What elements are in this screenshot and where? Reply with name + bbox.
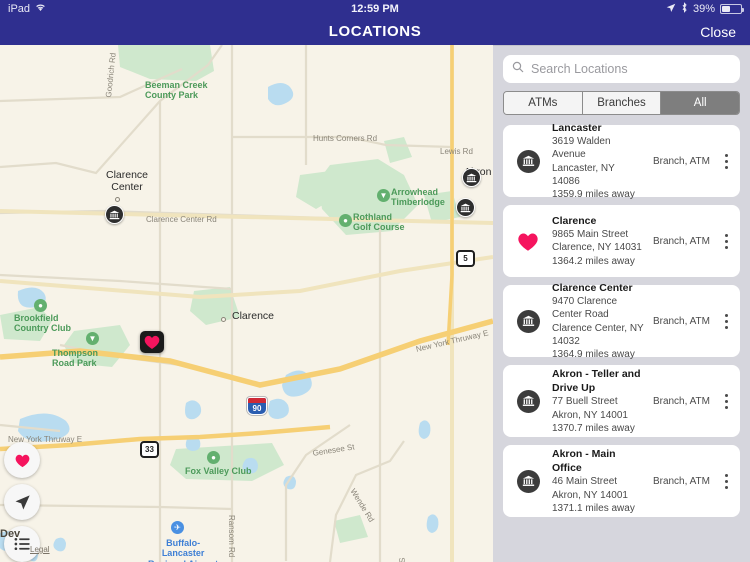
location-distance: 1359.9 miles away <box>552 188 635 200</box>
search-icon <box>512 60 524 78</box>
location-name: Akron - Teller and Drive Up <box>552 368 641 395</box>
park-poi-icon: ▼ <box>86 332 99 345</box>
status-bar: iPad 12:59 PM 39% <box>0 0 750 18</box>
more-options-button[interactable] <box>718 146 734 176</box>
search-bar[interactable] <box>503 55 740 83</box>
list-item-text: Akron - Teller and Drive Up 77 Buell Str… <box>543 367 645 435</box>
location-city: Clarence Center, NY 14032 <box>552 322 644 347</box>
locations-screen: iPad 12:59 PM 39% LOCATIONS Close Beeman… <box>0 0 750 562</box>
locations-list[interactable]: Lancaster 3619 Walden Avenue Lancaster, … <box>493 122 750 517</box>
location-tags: Branch, ATM <box>652 315 710 327</box>
route-shield: 33 <box>140 441 159 458</box>
golf-poi-icon: ● <box>207 451 220 464</box>
map-bank-pin[interactable] <box>105 205 124 224</box>
map-bank-pin[interactable] <box>462 168 481 187</box>
list-item-text: Akron - Main Office 46 Main Street Akron… <box>543 447 645 515</box>
battery-percent: 39% <box>692 3 715 15</box>
tab-all[interactable]: All <box>661 92 739 114</box>
heart-icon <box>15 454 29 467</box>
nav-bar: LOCATIONS Close <box>0 18 750 45</box>
location-city: Lancaster, NY 14086 <box>552 162 615 187</box>
location-name: Lancaster <box>552 121 602 134</box>
page-title: LOCATIONS <box>328 23 422 40</box>
heart-icon <box>518 232 538 251</box>
status-bar-left: iPad <box>8 3 46 15</box>
map-canvas <box>0 45 493 562</box>
more-options-button[interactable] <box>718 386 734 416</box>
location-tags: Branch, ATM <box>652 475 710 487</box>
airport-icon: ✈ <box>171 521 184 534</box>
more-options-button[interactable] <box>718 306 734 336</box>
panel-divider <box>493 45 750 46</box>
bank-icon <box>516 309 540 333</box>
map-bank-pin[interactable] <box>456 198 475 217</box>
tab-branches[interactable]: Branches <box>582 92 662 114</box>
list-item-text: Clarence 9865 Main Street Clarence, NY 1… <box>543 214 645 268</box>
favorites-button[interactable] <box>4 442 40 478</box>
bank-icon <box>516 149 540 173</box>
location-distance: 1370.7 miles away <box>552 422 635 434</box>
location-street: 3619 Walden Avenue <box>552 136 611 161</box>
list-item-icon <box>513 149 543 173</box>
map-view[interactable]: Beeman Creek County Park Goodrich Rd Hun… <box>0 45 493 562</box>
location-tags: Branch, ATM <box>652 235 710 247</box>
list-item-icon <box>513 231 543 252</box>
battery-icon <box>720 4 744 14</box>
more-options-button[interactable] <box>718 226 734 256</box>
route-shield: 5 <box>456 250 475 267</box>
list-item-text: Clarence Center 9470 Clarence Center Roa… <box>543 281 645 361</box>
list-item[interactable]: Lancaster 3619 Walden Avenue Lancaster, … <box>503 122 740 200</box>
filter-segmented-control[interactable]: ATMs Branches All <box>503 91 740 115</box>
list-item-icon <box>513 469 543 493</box>
interstate-number: 90 <box>252 404 262 413</box>
park-poi-icon: ▼ <box>377 189 390 202</box>
list-item[interactable]: Clarence Center 9470 Clarence Center Roa… <box>503 282 740 360</box>
locations-panel: ATMs Branches All Lancaster 3619 Walden … <box>493 45 750 562</box>
list-item[interactable]: Akron - Teller and Drive Up 77 Buell Str… <box>503 365 740 437</box>
location-name: Clarence <box>552 215 597 228</box>
location-city: Clarence, NY 14031 <box>552 242 642 254</box>
location-tags: Branch, ATM <box>652 395 710 407</box>
device-label: iPad <box>8 3 31 15</box>
interstate-shield: 90 <box>247 397 267 415</box>
more-options-button[interactable] <box>718 466 734 496</box>
location-name: Clarence Center <box>552 281 633 294</box>
location-city: Akron, NY 14001 <box>552 409 628 421</box>
bank-icon <box>516 389 540 413</box>
map-favorite-pin[interactable] <box>140 331 164 353</box>
location-street: 9865 Main Street <box>552 229 629 241</box>
close-button[interactable]: Close <box>700 24 736 40</box>
locate-me-button[interactable] <box>4 484 40 520</box>
search-input[interactable] <box>531 62 731 76</box>
search-container <box>493 45 750 91</box>
list-item-icon <box>513 389 543 413</box>
location-city: Akron, NY 14001 <box>552 489 628 501</box>
golf-poi-icon: ● <box>34 299 47 312</box>
map-legal-link[interactable]: Legal <box>30 545 50 554</box>
location-street: 77 Buell Street <box>552 396 618 408</box>
map-attribution: Dev <box>0 528 21 540</box>
list-item[interactable]: Clarence 9865 Main Street Clarence, NY 1… <box>503 205 740 277</box>
tab-atms[interactable]: ATMs <box>504 92 583 114</box>
golf-poi-icon: ● <box>339 214 352 227</box>
map-place-dot <box>221 317 226 322</box>
location-distance: 1371.1 miles away <box>552 502 635 514</box>
status-bar-right: 39% <box>666 2 744 16</box>
location-arrow-icon <box>15 494 30 509</box>
bank-icon <box>516 469 540 493</box>
location-distance: 1364.9 miles away <box>552 348 635 360</box>
location-street: 9470 Clarence Center Road <box>552 296 618 321</box>
location-tags: Branch, ATM <box>652 155 710 167</box>
location-street: 46 Main Street <box>552 476 618 488</box>
list-item[interactable]: Akron - Main Office 46 Main Street Akron… <box>503 445 740 517</box>
bluetooth-icon <box>681 2 688 16</box>
location-arrow-icon <box>666 3 676 16</box>
list-item-icon <box>513 309 543 333</box>
map-place-dot <box>115 197 120 202</box>
location-distance: 1364.2 miles away <box>552 255 635 267</box>
list-item-text: Lancaster 3619 Walden Avenue Lancaster, … <box>543 121 645 201</box>
location-name: Akron - Main Office <box>552 448 616 475</box>
status-bar-time: 12:59 PM <box>351 3 399 15</box>
wifi-icon <box>35 3 46 15</box>
